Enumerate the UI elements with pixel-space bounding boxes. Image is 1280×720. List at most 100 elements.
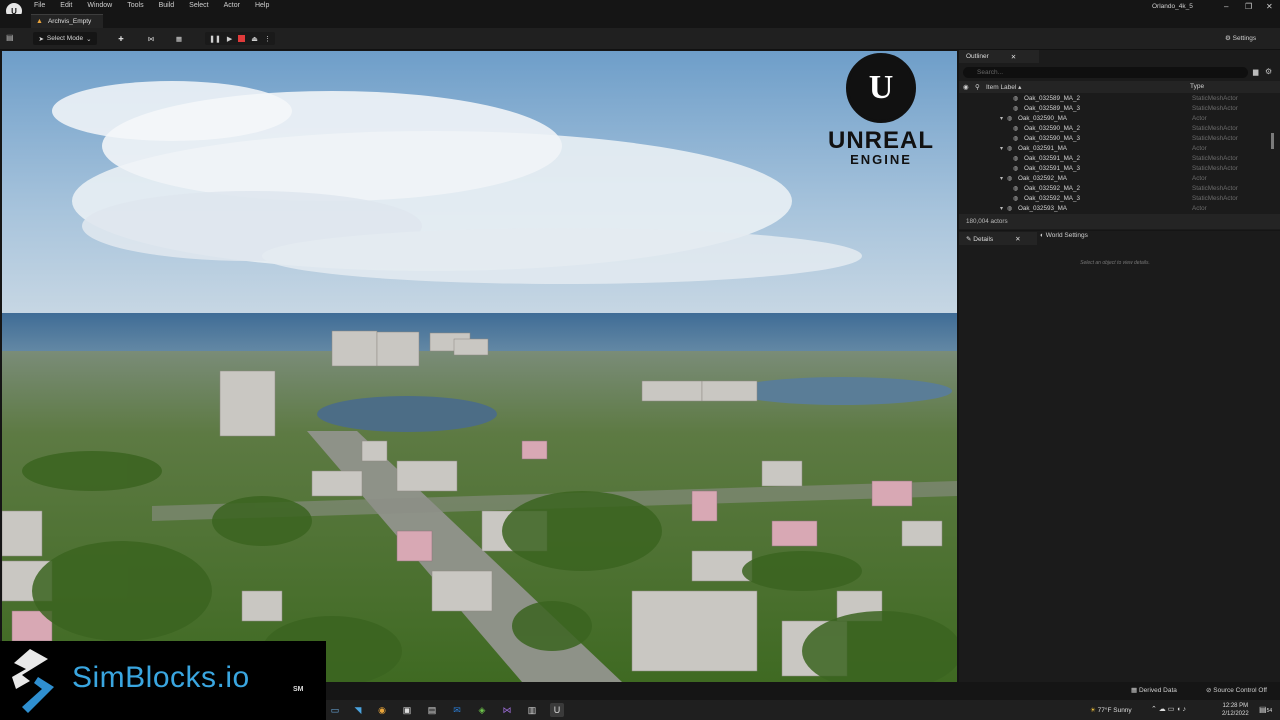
maximize-icon[interactable]: ❐: [1245, 2, 1252, 11]
level-icon: ▲: [36, 18, 43, 25]
expand-arrow-icon[interactable]: ▾: [1000, 144, 1003, 154]
list-item[interactable]: ◍ Oak_032592_MA_3 StaticMeshActor: [959, 194, 1271, 204]
eject-icon[interactable]: ⏏: [251, 35, 258, 43]
outliner-scrollbar[interactable]: [1271, 133, 1274, 149]
blueprint-icon[interactable]: ⋈: [142, 32, 160, 45]
settings-label: Settings: [1232, 35, 1257, 42]
derived-data-label: Derived Data: [1138, 687, 1177, 694]
actor-icon: ◍: [1013, 96, 1019, 102]
source-control-label: Source Control Off: [1213, 687, 1267, 694]
step-icon[interactable]: ▶: [227, 35, 232, 43]
list-item[interactable]: ◍ Oak_032589_MA_2 StaticMeshActor: [959, 94, 1271, 104]
outliner-search-input[interactable]: Search...: [963, 67, 1248, 78]
tray-icons[interactable]: ⌃ ☁ ▭ ◖ ♪: [1151, 705, 1186, 713]
level-tab-label: Archvis_Empty: [47, 18, 92, 25]
cmd-icon[interactable]: ▤: [425, 703, 439, 717]
expand-arrow-icon[interactable]: ▾: [1000, 204, 1003, 214]
settings-button[interactable]: ⚙ Settings: [1225, 34, 1256, 42]
menu-file[interactable]: File: [34, 2, 45, 9]
list-item[interactable]: ◍ Oak_032591_MA_3 StaticMeshActor: [959, 164, 1271, 174]
pin-icon[interactable]: ⚲: [975, 83, 980, 91]
list-item[interactable]: ◍ Oak_032592_MA_2 StaticMeshActor: [959, 184, 1271, 194]
clock-time: 12:28 PM: [1222, 703, 1249, 709]
expand-arrow-icon[interactable]: ▾: [1000, 174, 1003, 184]
select-mode-label: Select Mode: [46, 35, 84, 42]
unreal-taskbar-icon[interactable]: U: [550, 703, 564, 717]
stop-icon[interactable]: [238, 35, 246, 42]
column-type[interactable]: Type: [1190, 83, 1204, 90]
menu-bar: File Edit Window Tools Build Select Acto…: [34, 2, 284, 9]
weather-widget[interactable]: ☀ 77°F Sunny: [1090, 706, 1132, 714]
cinematics-icon[interactable]: ▦: [170, 32, 188, 45]
menu-select[interactable]: Select: [189, 2, 208, 9]
list-item[interactable]: ▾ ◍ Oak_032590_MA Actor: [959, 114, 1271, 124]
clock-date: 2/12/2022: [1222, 711, 1249, 717]
actor-icon: ◍: [1013, 126, 1019, 132]
chrome-icon[interactable]: ◉: [375, 703, 389, 717]
list-item[interactable]: ◍ Oak_032590_MA_3 StaticMeshActor: [959, 134, 1271, 144]
list-item[interactable]: ◍ Oak_032591_MA_2 StaticMeshActor: [959, 154, 1271, 164]
world-settings-tab[interactable]: ◐ World Settings: [1040, 232, 1088, 239]
level-tab[interactable]: ▲ Archvis_Empty: [31, 14, 103, 28]
close-icon[interactable]: ✕: [1011, 53, 1016, 61]
service-mark: SM: [293, 686, 304, 693]
menu-actor[interactable]: Actor: [224, 2, 240, 9]
file-explorer-icon[interactable]: ◥: [351, 703, 365, 717]
terminal-icon[interactable]: ▣: [400, 703, 414, 717]
more-options-icon[interactable]: ⋮: [264, 35, 271, 43]
actor-icon: ◍: [1013, 186, 1019, 192]
menu-window[interactable]: Window: [87, 2, 112, 9]
outliner-tab[interactable]: Outliner ✕: [959, 50, 1039, 63]
task-view-icon[interactable]: ▭: [328, 703, 342, 717]
outlook-icon[interactable]: ✉: [450, 703, 464, 717]
list-item[interactable]: ◍ Oak_032589_MA_3 StaticMeshActor: [959, 104, 1271, 114]
source-control-button[interactable]: ⊘ Source Control Off: [1206, 686, 1267, 694]
add-content-icon[interactable]: ✚: [112, 32, 130, 45]
chevron-down-icon: ⌄: [86, 35, 92, 43]
actor-icon: ◍: [1007, 146, 1013, 152]
details-empty-message: Select an object to view details.: [1080, 260, 1150, 266]
actor-icon: ◍: [1013, 156, 1019, 162]
list-item[interactable]: ▾ ◍ Oak_032592_MA Actor: [959, 174, 1271, 184]
notifications-icon[interactable]: ▤54: [1259, 705, 1272, 714]
visibility-icon[interactable]: ◉: [963, 83, 969, 91]
expand-arrow-icon[interactable]: ▾: [1000, 114, 1003, 124]
save-icon[interactable]: ▤: [6, 33, 18, 44]
folder-app-icon[interactable]: ▥: [525, 703, 539, 717]
menu-help[interactable]: Help: [255, 2, 269, 9]
actor-icon: ◍: [1007, 206, 1013, 212]
weather-label: 77°F Sunny: [1097, 707, 1132, 714]
gear-icon: ⚙: [1225, 35, 1231, 42]
minimize-icon[interactable]: –: [1224, 2, 1228, 11]
browser-icon[interactable]: ◈: [475, 703, 489, 717]
details-panel: [959, 231, 1280, 682]
unreal-u-icon: U: [846, 53, 916, 123]
menu-edit[interactable]: Edit: [60, 2, 72, 9]
gear-icon[interactable]: ⚙: [1265, 67, 1272, 76]
list-item[interactable]: ▾ ◍ Oak_032593_MA Actor: [959, 204, 1271, 214]
cursor-icon: ➤: [38, 35, 44, 43]
windows-taskbar: [326, 700, 1280, 720]
actor-icon: ◍: [1007, 116, 1013, 122]
select-mode-dropdown[interactable]: ➤ Select Mode ⌄: [33, 32, 97, 45]
derived-data-button[interactable]: ▦ Derived Data: [1131, 686, 1177, 694]
actor-icon: ◍: [1007, 176, 1013, 182]
folder-icon[interactable]: ▆: [1253, 68, 1258, 76]
column-item-label[interactable]: Item Label ▴: [986, 83, 1021, 91]
notification-count: 54: [1266, 708, 1273, 714]
menu-build[interactable]: Build: [159, 2, 175, 9]
simblocks-logo-icon: [12, 649, 54, 713]
outliner-tab-label: Outliner: [966, 53, 989, 60]
world-settings-label: World Settings: [1045, 232, 1088, 239]
close-icon[interactable]: ✕: [1266, 2, 1273, 11]
close-icon[interactable]: ✕: [1015, 235, 1020, 243]
list-item[interactable]: ▾ ◍ Oak_032591_MA Actor: [959, 144, 1271, 154]
logo-word-engine: ENGINE: [850, 152, 912, 167]
pause-icon[interactable]: ❚❚: [209, 35, 221, 43]
unreal-engine-logo: U UNREAL ENGINE: [808, 53, 954, 171]
menu-tools[interactable]: Tools: [127, 2, 143, 9]
list-item[interactable]: ◍ Oak_032590_MA_2 StaticMeshActor: [959, 124, 1271, 134]
visual-studio-icon[interactable]: ⋈: [500, 703, 514, 717]
clock[interactable]: 12:28 PM 2/12/2022: [1222, 702, 1249, 718]
details-tab[interactable]: ✎ Details ✕: [959, 232, 1037, 245]
